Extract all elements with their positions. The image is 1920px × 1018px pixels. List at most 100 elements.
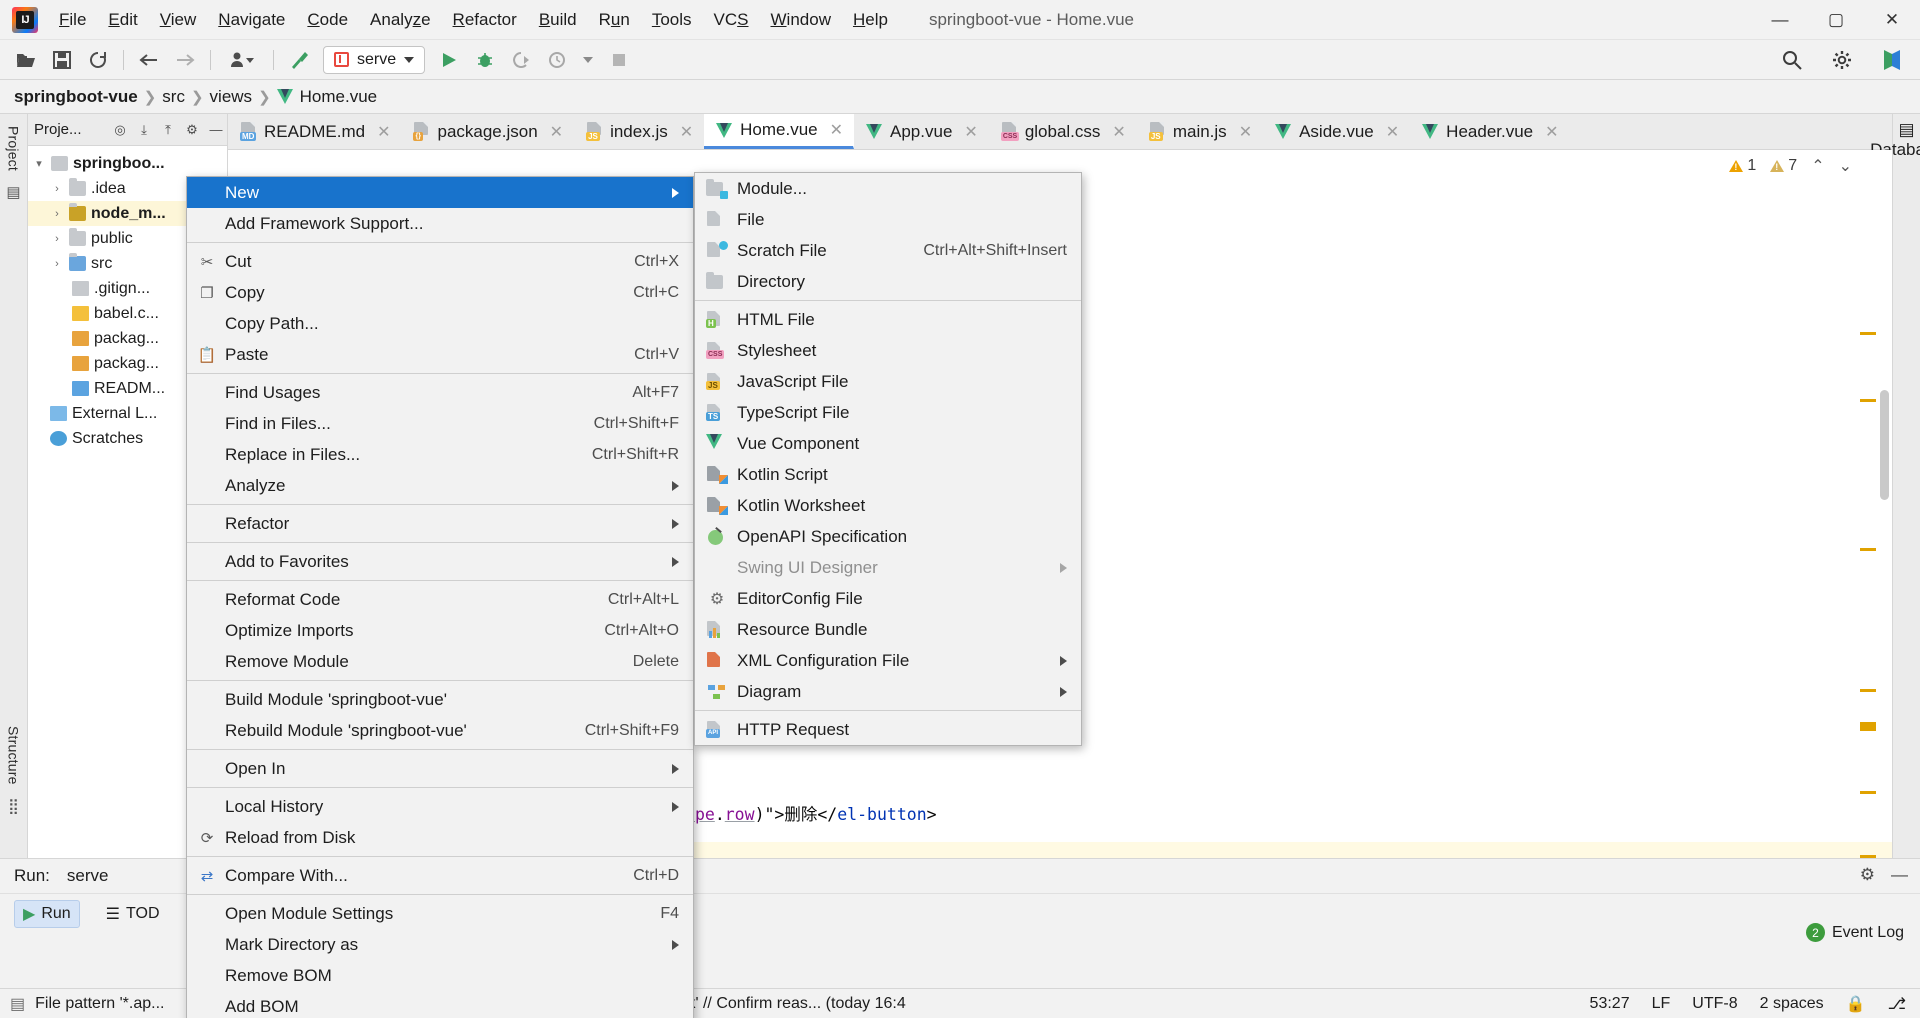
- submenu-item-stylesheet[interactable]: CSS Stylesheet: [695, 335, 1081, 366]
- settings-gear-icon[interactable]: ⚙: [1860, 865, 1875, 885]
- context-menu-item-remove-bom[interactable]: Remove BOM: [187, 960, 693, 991]
- close-icon[interactable]: ✕: [1545, 122, 1558, 142]
- indent-setting[interactable]: 2 spaces: [1760, 995, 1824, 1013]
- context-menu-item-open-in[interactable]: Open In: [187, 753, 693, 784]
- caret-position[interactable]: 53:27: [1590, 995, 1630, 1013]
- build-hammer-icon[interactable]: [284, 45, 314, 75]
- forward-arrow-icon[interactable]: [170, 45, 200, 75]
- rail-item-structure[interactable]: Structure: [6, 720, 22, 791]
- chevron-right-icon[interactable]: ›: [50, 258, 64, 270]
- submenu-item-javascript-file[interactable]: JS JavaScript File: [695, 366, 1081, 397]
- context-menu-item-add-framework-support[interactable]: Add Framework Support...: [187, 208, 693, 239]
- next-problem-icon[interactable]: ⌄: [1839, 156, 1852, 176]
- line-separator[interactable]: LF: [1652, 995, 1671, 1013]
- branch-icon[interactable]: ⎇: [1888, 994, 1906, 1014]
- submenu-item-xml-configuration-file[interactable]: XML Configuration File: [695, 645, 1081, 676]
- file-encoding[interactable]: UTF-8: [1692, 995, 1737, 1013]
- open-folder-icon[interactable]: [11, 45, 41, 75]
- context-menu-item-analyze[interactable]: Analyze: [187, 470, 693, 501]
- tab-header-vue[interactable]: Header.vue ✕: [1410, 114, 1569, 149]
- stop-icon[interactable]: [604, 45, 634, 75]
- context-menu-item-remove-module[interactable]: Remove Module Delete: [187, 646, 693, 677]
- project-panel-title[interactable]: Proje...: [34, 121, 107, 138]
- context-menu-item-add-bom[interactable]: Add BOM: [187, 991, 693, 1018]
- context-menu-item-reformat-code[interactable]: Reformat Code Ctrl+Alt+L: [187, 584, 693, 615]
- context-menu[interactable]: New Add Framework Support... ✂ Cut Ctrl+…: [186, 176, 694, 1018]
- breadcrumb-item-project[interactable]: springboot-vue: [14, 87, 138, 107]
- vcs-update-icon[interactable]: [221, 45, 263, 75]
- close-icon[interactable]: ✕: [377, 122, 390, 142]
- tree-node-springboot-vue[interactable]: ▾ springboo...: [28, 151, 227, 176]
- submenu-item-file[interactable]: File: [695, 204, 1081, 235]
- hide-icon[interactable]: —: [1891, 865, 1908, 885]
- minimize-button[interactable]: —: [1752, 0, 1808, 40]
- context-menu-item-local-history[interactable]: Local History: [187, 791, 693, 822]
- hide-icon[interactable]: —: [205, 122, 227, 137]
- settings-gear-icon[interactable]: ⚙: [181, 122, 203, 138]
- context-menu-item-build-module[interactable]: Build Module 'springboot-vue': [187, 684, 693, 715]
- context-menu-item-mark-directory-as[interactable]: Mark Directory as: [187, 929, 693, 960]
- context-menu-item-cut[interactable]: ✂ Cut Ctrl+X: [187, 246, 693, 277]
- debug-icon[interactable]: [470, 45, 500, 75]
- submenu-item-resource-bundle[interactable]: Resource Bundle: [695, 614, 1081, 645]
- context-menu-item-copy-path[interactable]: Copy Path...: [187, 308, 693, 339]
- save-all-icon[interactable]: [47, 45, 77, 75]
- context-menu-item-refactor[interactable]: Refactor: [187, 508, 693, 539]
- close-icon[interactable]: ✕: [680, 122, 693, 142]
- context-menu-item-reload-from-disk[interactable]: ⟳ Reload from Disk: [187, 822, 693, 853]
- context-menu-item-replace-in-files[interactable]: Replace in Files... Ctrl+Shift+R: [187, 439, 693, 470]
- context-menu-item-new[interactable]: New: [187, 177, 693, 208]
- submenu-item-vue-component[interactable]: Vue Component: [695, 428, 1081, 459]
- ide-avatar-icon[interactable]: [1877, 45, 1907, 75]
- submenu-item-openapi-specification[interactable]: OpenAPI Specification: [695, 521, 1081, 552]
- menu-analyze[interactable]: Analyze: [359, 6, 442, 34]
- prev-problem-icon[interactable]: ⌃: [1811, 156, 1824, 176]
- event-log-button[interactable]: 2 Event Log: [1805, 923, 1904, 942]
- submenu-item-kotlin-worksheet[interactable]: Kotlin Worksheet: [695, 490, 1081, 521]
- tab-index-js[interactable]: JS index.js ✕: [574, 114, 704, 149]
- tab-main-js[interactable]: JS main.js ✕: [1137, 114, 1263, 149]
- editor-tab-bar[interactable]: MD README.md ✕ {} package.json ✕ JS inde…: [228, 114, 1892, 150]
- context-menu-item-paste[interactable]: 📋 Paste Ctrl+V: [187, 339, 693, 370]
- context-menu-item-add-to-favorites[interactable]: Add to Favorites: [187, 546, 693, 577]
- run-icon[interactable]: [434, 45, 464, 75]
- menu-build[interactable]: Build: [528, 6, 588, 34]
- submenu-item-kotlin-script[interactable]: Kotlin Script: [695, 459, 1081, 490]
- chevron-down-icon[interactable]: [583, 56, 594, 63]
- maximize-button[interactable]: ▢: [1808, 0, 1864, 40]
- profile-icon[interactable]: [542, 45, 572, 75]
- close-icon[interactable]: ✕: [964, 122, 977, 142]
- menu-help[interactable]: Help: [842, 6, 899, 34]
- weak-warning-count[interactable]: 7: [1770, 157, 1797, 175]
- context-menu-item-rebuild-module[interactable]: Rebuild Module 'springboot-vue' Ctrl+Shi…: [187, 715, 693, 746]
- context-menu-item-optimize-imports[interactable]: Optimize Imports Ctrl+Alt+O: [187, 615, 693, 646]
- run-configuration-selector[interactable]: serve: [323, 45, 426, 74]
- menu-window[interactable]: Window: [760, 6, 842, 34]
- breadcrumb-item-src[interactable]: src: [162, 87, 185, 107]
- tab-readme-md[interactable]: MD README.md ✕: [228, 114, 401, 149]
- close-icon[interactable]: ✕: [830, 120, 843, 140]
- context-menu-item-find-in-files[interactable]: Find in Files... Ctrl+Shift+F: [187, 408, 693, 439]
- menu-view[interactable]: View: [149, 6, 208, 34]
- close-icon[interactable]: ✕: [1386, 122, 1399, 142]
- editor-scrollbar-thumb[interactable]: [1880, 390, 1889, 500]
- lock-icon[interactable]: 🔒: [1846, 994, 1866, 1014]
- back-arrow-icon[interactable]: [134, 45, 164, 75]
- status-message-short[interactable]: File pattern '*.ap...: [35, 995, 164, 1013]
- tab-home-vue[interactable]: Home.vue ✕: [704, 114, 855, 149]
- tab-global-css[interactable]: CSS global.css ✕: [989, 114, 1137, 149]
- warning-count[interactable]: 1: [1729, 157, 1756, 175]
- collapse-icon[interactable]: ⤓: [133, 122, 155, 138]
- search-everywhere-icon[interactable]: [1777, 45, 1807, 75]
- chevron-right-icon[interactable]: ›: [50, 233, 64, 245]
- submenu-item-editorconfig-file[interactable]: ⚙ EditorConfig File: [695, 583, 1081, 614]
- submenu-item-module[interactable]: Module...: [695, 173, 1081, 204]
- menu-edit[interactable]: Edit: [97, 6, 148, 34]
- menu-run[interactable]: Run: [588, 6, 641, 34]
- context-menu-item-open-module-settings[interactable]: Open Module Settings F4: [187, 898, 693, 929]
- submenu-item-diagram[interactable]: Diagram: [695, 676, 1081, 707]
- menu-navigate[interactable]: Navigate: [207, 6, 296, 34]
- submenu-item-html-file[interactable]: H HTML File: [695, 304, 1081, 335]
- context-menu-item-copy[interactable]: ❐ Copy Ctrl+C: [187, 277, 693, 308]
- submenu-item-typescript-file[interactable]: TS TypeScript File: [695, 397, 1081, 428]
